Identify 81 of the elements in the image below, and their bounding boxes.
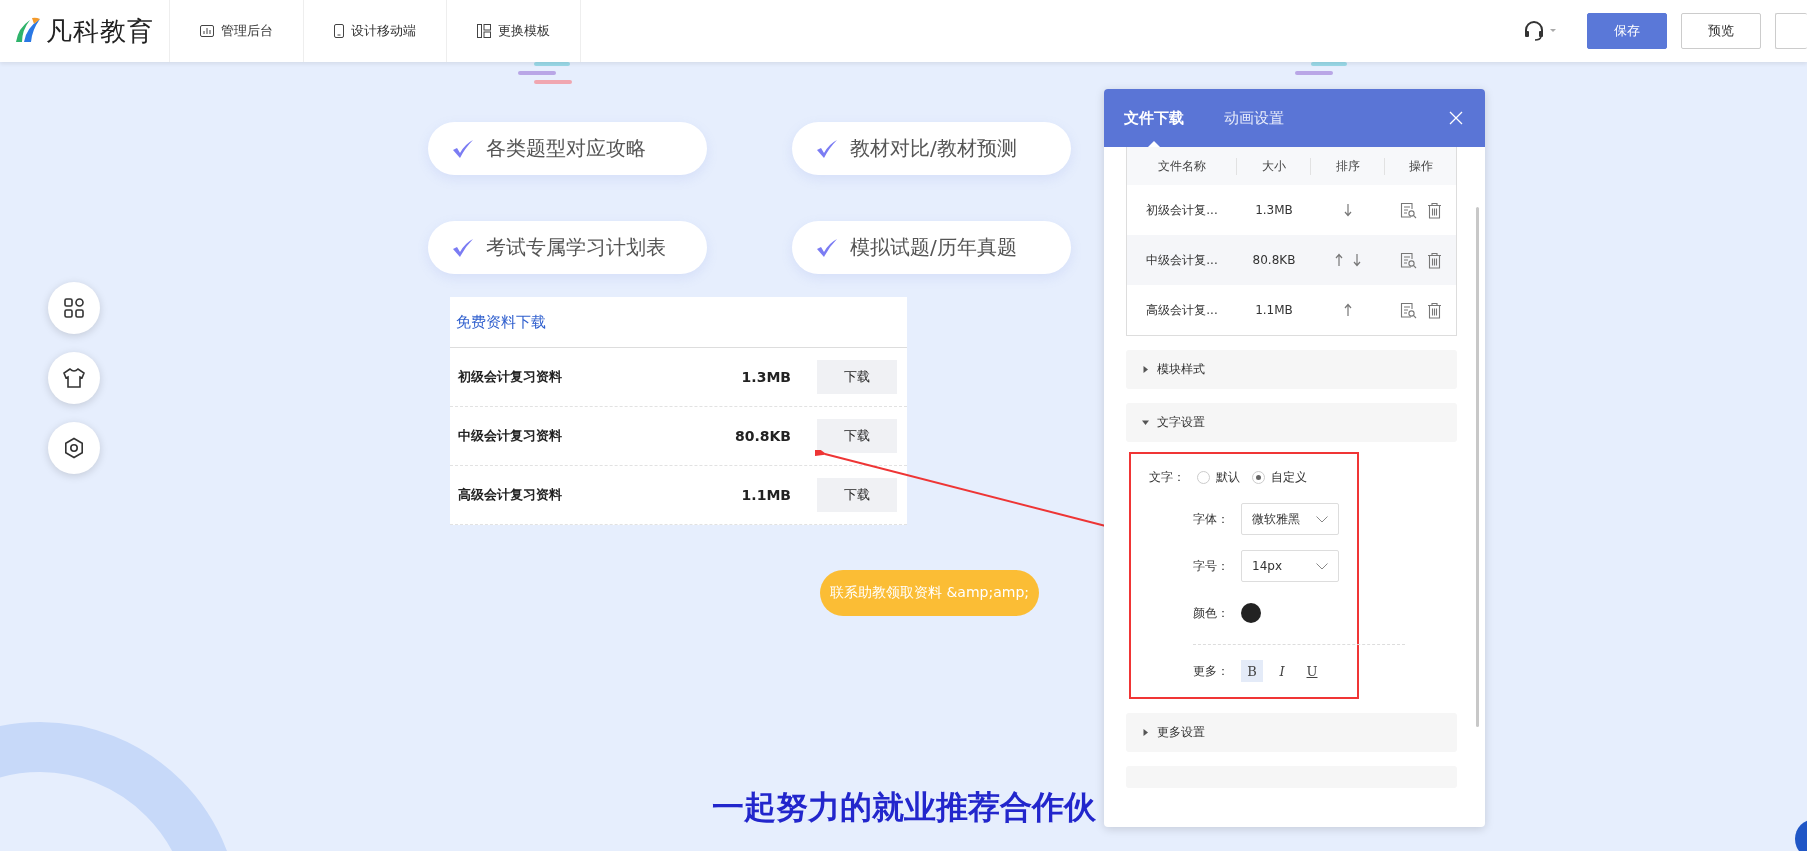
up-arrow-icon[interactable] [1335, 253, 1343, 267]
file-name: 高级会计复习资料 [458, 486, 563, 504]
save-button[interactable]: 保存 [1587, 13, 1667, 49]
file-name: 中级会计复习资料 [458, 427, 563, 445]
section-header[interactable]: 模块样式 [1126, 350, 1457, 389]
table-cell-text: 80.8KB [1251, 253, 1297, 267]
file-size: 1.1MB [741, 487, 791, 503]
close-icon[interactable] [1449, 111, 1463, 125]
checkmark-icon [816, 237, 838, 258]
column-header: 大小 [1237, 157, 1311, 175]
grid-tool-button[interactable] [48, 282, 100, 334]
trash-icon[interactable] [1426, 201, 1442, 219]
trash-icon[interactable] [1426, 301, 1442, 319]
underline-toggle[interactable]: U [1301, 660, 1323, 682]
font-select[interactable]: 微软雅黑 [1241, 503, 1339, 535]
table-cell-text: 1.1MB [1254, 303, 1294, 317]
settings-icon [63, 437, 85, 459]
table-cell-text: 1.3MB [1254, 203, 1294, 217]
column-header: 文件名称 [1127, 157, 1237, 175]
download-title: 免费资料下载 [450, 297, 907, 348]
download-button[interactable]: 下载 [817, 419, 897, 453]
trash-icon[interactable] [1426, 251, 1442, 269]
feature-label: 考试专属学习计划表 [486, 234, 666, 261]
panel-tab[interactable]: 文件下载 [1124, 89, 1184, 147]
layout-icon [477, 24, 491, 38]
italic-toggle[interactable]: I [1271, 660, 1293, 682]
column-header: 排序 [1311, 157, 1385, 175]
field-label: 字号： [1193, 557, 1229, 575]
section-headline: 一起努力的就业推荐合作伙 [712, 788, 1096, 826]
bold-toggle[interactable]: B [1241, 660, 1263, 682]
download-button[interactable]: 下载 [817, 360, 897, 394]
caret-right-icon [1142, 366, 1149, 373]
checkmark-icon [452, 138, 474, 159]
field-label: 字体： [1193, 510, 1229, 528]
caret-down-icon [1142, 419, 1149, 426]
down-arrow-icon[interactable] [1353, 253, 1361, 267]
radio-label: 自定义 [1271, 468, 1307, 486]
field-label: 文字： [1149, 468, 1185, 486]
preview-file-icon[interactable] [1399, 251, 1417, 269]
shirt-icon [62, 367, 86, 389]
size-select[interactable]: 14px [1241, 550, 1339, 582]
line-decoration [518, 62, 572, 84]
preview-file-icon[interactable] [1399, 201, 1417, 219]
headset-icon[interactable] [1523, 20, 1557, 42]
shirt-tool-button[interactable] [48, 352, 100, 404]
column-header: 操作 [1407, 157, 1434, 175]
feature-label: 教材对比/教材预测 [850, 135, 1017, 162]
table-cell-text: 中级会计复... [1145, 251, 1219, 269]
chevron-down-icon [1316, 562, 1328, 570]
file-name: 初级会计复习资料 [458, 368, 563, 386]
down-arrow-icon[interactable] [1344, 203, 1352, 217]
file-size: 80.8KB [734, 428, 791, 444]
feature-label: 模拟试题/历年真题 [850, 234, 1017, 261]
color-swatch[interactable] [1241, 603, 1261, 623]
checkmark-icon [452, 237, 474, 258]
field-label: 颜色： [1193, 604, 1229, 622]
section-header[interactable]: 文字设置 [1126, 403, 1457, 442]
phone-icon [334, 24, 344, 38]
panel-tab[interactable]: 动画设置 [1224, 89, 1284, 147]
field-label: 更多： [1193, 662, 1229, 680]
section-header[interactable]: 更多设置 [1126, 713, 1457, 752]
up-arrow-icon[interactable] [1344, 303, 1352, 317]
line-decoration [1295, 62, 1347, 75]
bar-chart-icon [200, 25, 214, 37]
settings-tool-button[interactable] [48, 422, 100, 474]
feature-label: 各类题型对应攻略 [486, 135, 646, 162]
checkmark-icon [816, 138, 838, 159]
file-size: 1.3MB [741, 369, 791, 385]
table-cell-text: 初级会计复... [1145, 201, 1219, 219]
logo-text: 凡科教育 [46, 14, 154, 48]
grid-icon [63, 297, 85, 319]
download-button[interactable]: 下载 [817, 478, 897, 512]
chevron-down-icon [1316, 515, 1328, 523]
preview-button[interactable]: 预览 [1681, 13, 1761, 49]
radio-label: 默认 [1216, 468, 1240, 486]
nav-item[interactable]: 设计移动端 [304, 0, 447, 62]
table-cell-text: 高级会计复... [1145, 301, 1219, 319]
caret-right-icon [1142, 729, 1149, 736]
preview-file-icon[interactable] [1399, 301, 1417, 319]
scrollbar[interactable] [1476, 207, 1479, 727]
nav-item[interactable]: 管理后台 [170, 0, 304, 62]
